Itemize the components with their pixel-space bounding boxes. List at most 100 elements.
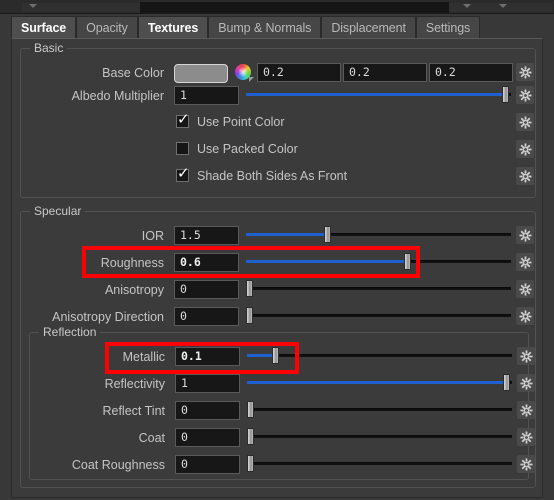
slider-handle[interactable] bbox=[246, 280, 253, 297]
tab-surface[interactable]: Surface bbox=[11, 16, 77, 39]
metallic-slider[interactable] bbox=[247, 346, 512, 365]
slider-fill bbox=[246, 260, 406, 263]
row-metallic: Metallic 0.1 bbox=[30, 346, 535, 368]
reflectivity-field[interactable]: 1 bbox=[175, 374, 240, 393]
base-color-b-field[interactable]: 0.2 bbox=[429, 63, 513, 82]
slider-handle[interactable] bbox=[272, 347, 279, 364]
group-reflection: Reflection Metallic 0.1 Reflectivity 1 R… bbox=[29, 325, 535, 480]
gear-icon[interactable] bbox=[517, 428, 535, 446]
label-roughness: Roughness bbox=[100, 256, 164, 270]
roughness-field[interactable]: 0.6 bbox=[174, 253, 239, 272]
row-use-packed-color: Use Packed Color bbox=[21, 139, 535, 161]
label-base-color: Base Color bbox=[102, 66, 164, 80]
slider-handle[interactable] bbox=[324, 226, 331, 243]
gear-icon[interactable] bbox=[517, 347, 535, 365]
gear-icon[interactable] bbox=[516, 253, 534, 271]
slider-track bbox=[246, 314, 511, 317]
tab-label: Settings bbox=[425, 21, 471, 35]
row-albedo-multiplier: Albedo Multiplier 1 bbox=[21, 85, 535, 107]
ior-slider[interactable] bbox=[246, 225, 511, 244]
label-coat-roughness: Coat Roughness bbox=[71, 458, 165, 472]
row-reflect-tint: Reflect Tint 0 bbox=[30, 400, 535, 422]
base-color-swatch[interactable] bbox=[174, 64, 228, 83]
top-toolbar-strip bbox=[0, 0, 554, 14]
slider-handle[interactable] bbox=[246, 307, 253, 324]
label-reflect-tint: Reflect Tint bbox=[102, 404, 165, 418]
toolbar-segment-active[interactable] bbox=[140, 2, 383, 13]
coat-slider[interactable] bbox=[247, 427, 512, 446]
tab-bump-and-normals[interactable]: Bump & Normals bbox=[208, 16, 322, 39]
tab-displacement[interactable]: Displacement bbox=[321, 16, 416, 39]
coat-field[interactable]: 0 bbox=[175, 428, 240, 447]
gear-icon[interactable] bbox=[516, 63, 534, 81]
label-ior: IOR bbox=[141, 229, 164, 243]
toolbar-segment-dark-right[interactable] bbox=[383, 2, 449, 13]
albedo-multiplier-field[interactable]: 1 bbox=[174, 86, 239, 105]
group-title-reflection: Reflection bbox=[39, 325, 101, 339]
gear-icon[interactable] bbox=[517, 455, 535, 473]
reflectivity-slider[interactable] bbox=[247, 373, 512, 392]
slider-fill bbox=[246, 93, 504, 96]
gear-icon[interactable] bbox=[516, 167, 534, 185]
material-editor-panel: Surface Opacity Textures Bump & Normals … bbox=[0, 0, 554, 500]
ior-field[interactable]: 1.5 bbox=[174, 226, 239, 245]
gear-icon[interactable] bbox=[517, 401, 535, 419]
label-anisotropy: Anisotropy bbox=[104, 283, 164, 297]
row-shade-both-sides-as-front: ✓ Shade Both Sides As Front bbox=[21, 166, 535, 188]
slider-fill bbox=[247, 381, 505, 384]
coat-roughness-field[interactable]: 0 bbox=[175, 455, 240, 474]
slider-handle[interactable] bbox=[503, 374, 510, 391]
slider-handle[interactable] bbox=[247, 455, 254, 472]
albedo-multiplier-slider[interactable] bbox=[246, 85, 511, 104]
label-use-packed-color: Use Packed Color bbox=[197, 142, 298, 156]
chevron-down-icon[interactable] bbox=[499, 4, 507, 8]
gear-icon[interactable] bbox=[516, 280, 534, 298]
coat-roughness-slider[interactable] bbox=[247, 454, 512, 473]
base-color-r-field[interactable]: 0.2 bbox=[257, 63, 341, 82]
reflect-tint-field[interactable]: 0 bbox=[175, 401, 240, 420]
color-wheel-dropdown-icon[interactable] bbox=[249, 77, 254, 82]
gear-icon[interactable] bbox=[516, 140, 534, 158]
slider-handle[interactable] bbox=[247, 428, 254, 445]
row-base-color: Base Color 0.2 0.2 0.2 bbox=[21, 62, 535, 84]
gear-icon[interactable] bbox=[516, 226, 534, 244]
label-coat: Coat bbox=[138, 431, 165, 445]
tab-label: Displacement bbox=[331, 21, 406, 35]
roughness-slider[interactable] bbox=[246, 252, 511, 271]
row-roughness: Roughness 0.6 bbox=[21, 252, 535, 274]
row-coat-roughness: Coat Roughness 0 bbox=[30, 454, 535, 476]
slider-track bbox=[247, 354, 512, 357]
slider-handle[interactable] bbox=[247, 401, 254, 418]
anisotropy-direction-field[interactable]: 0 bbox=[174, 307, 239, 326]
row-coat: Coat 0 bbox=[30, 427, 535, 449]
label-shade-both-sides-as-front: Shade Both Sides As Front bbox=[197, 169, 348, 183]
row-anisotropy: Anisotropy 0 bbox=[21, 279, 535, 301]
tab-opacity[interactable]: Opacity bbox=[76, 16, 138, 39]
base-color-g-field[interactable]: 0.2 bbox=[343, 63, 427, 82]
tab-label: Bump & Normals bbox=[218, 21, 312, 35]
slider-handle[interactable] bbox=[404, 253, 411, 270]
tab-label: Textures bbox=[147, 21, 199, 35]
reflect-tint-slider[interactable] bbox=[247, 400, 512, 419]
label-albedo-multiplier: Albedo Multiplier bbox=[71, 89, 164, 103]
gear-icon[interactable] bbox=[517, 374, 535, 392]
gear-icon[interactable] bbox=[516, 307, 534, 325]
checkbox-use-point-color[interactable]: ✓ bbox=[176, 112, 190, 128]
group-title-specular: Specular bbox=[30, 204, 86, 218]
tab-settings[interactable]: Settings bbox=[415, 16, 481, 39]
chevron-down-icon[interactable] bbox=[463, 4, 471, 8]
gear-icon[interactable] bbox=[516, 113, 534, 131]
tab-textures[interactable]: Textures bbox=[137, 16, 209, 39]
tab-bar: Surface Opacity Textures Bump & Normals … bbox=[11, 15, 543, 39]
anisotropy-direction-slider[interactable] bbox=[246, 306, 511, 325]
label-use-point-color: Use Point Color bbox=[197, 115, 285, 129]
chevron-down-icon[interactable] bbox=[29, 4, 37, 8]
checkbox-shade-both-sides-as-front[interactable]: ✓ bbox=[176, 166, 190, 182]
slider-handle[interactable] bbox=[502, 86, 509, 103]
anisotropy-field[interactable]: 0 bbox=[174, 280, 239, 299]
anisotropy-slider[interactable] bbox=[246, 279, 511, 298]
row-reflectivity: Reflectivity 1 bbox=[30, 373, 535, 395]
checkbox-use-packed-color[interactable] bbox=[176, 142, 189, 155]
gear-icon[interactable] bbox=[516, 86, 534, 104]
metallic-field[interactable]: 0.1 bbox=[175, 347, 240, 366]
